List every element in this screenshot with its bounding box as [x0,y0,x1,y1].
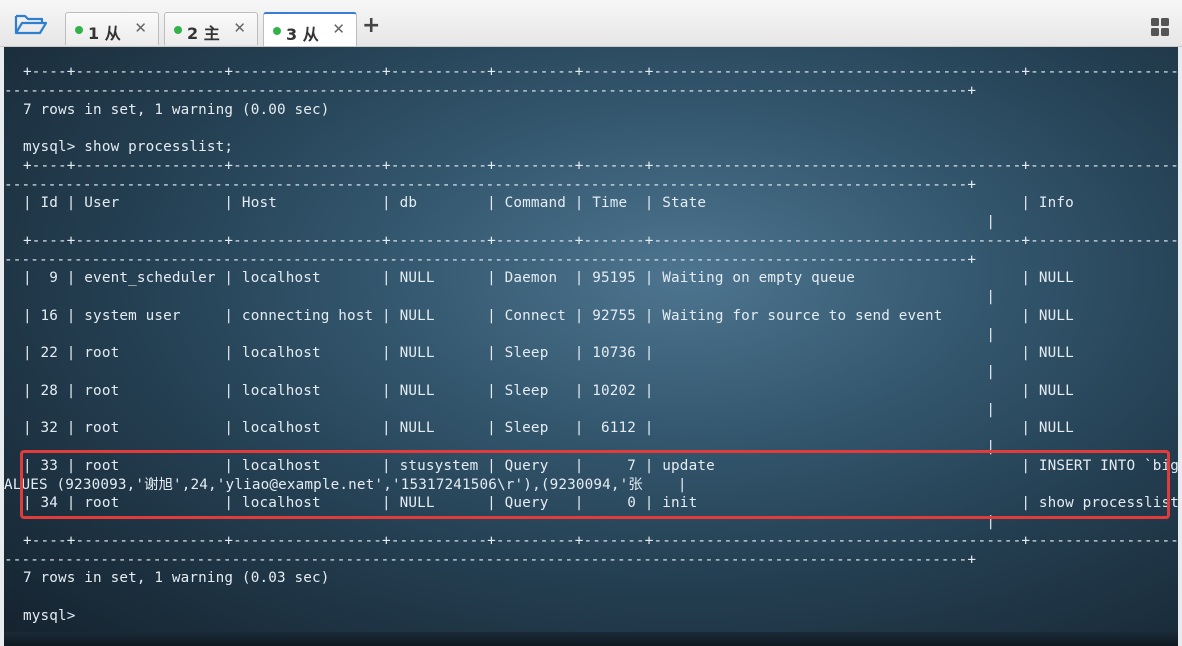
terminal-line: +----+-----------------+----------------… [23,64,1178,80]
tab-label: 1 从 [88,24,121,43]
terminal-output: +----+-----------------+----------------… [4,63,1178,626]
highlight-box [20,450,1170,519]
tab-bar: 1 从 ✕ 2 主 ✕ 3 从 ✕ + [0,0,1182,47]
terminal-line: +----+-----------------+----------------… [23,232,1178,249]
terminal-line: | [23,364,996,380]
tab-2[interactable]: 2 主 ✕ [164,12,258,45]
terminal-line: | [23,401,996,418]
terminal-pane[interactable]: +----+-----------------+----------------… [4,47,1178,646]
tab-label: 3 从 [286,25,319,44]
terminal-line: | 16 | system user | connecting host | N… [23,307,1074,324]
terminal-line: ----------------------------------------… [4,82,977,99]
terminal-line: +----+-----------------+----------------… [23,532,1178,549]
close-icon[interactable]: ✕ [332,20,345,38]
terminal-line: ----------------------------------------… [4,551,977,568]
terminal-line: +----+-----------------+----------------… [23,157,1178,174]
terminal-line: mysql> show processlist; [23,139,234,155]
terminal-line: | [23,214,996,230]
terminal-line: | 28 | root | localhost | NULL | Sleep |… [23,382,1074,399]
terminal-line: | [23,289,996,305]
folder-open-icon[interactable] [14,12,48,36]
close-icon[interactable]: ✕ [233,19,246,37]
terminal-line: ----------------------------------------… [4,251,977,268]
terminal-line: | [23,326,996,343]
close-icon[interactable]: ✕ [134,19,147,37]
status-dot-icon [75,26,83,34]
terminal-line: 7 rows in set, 1 warning (0.03 sec) [23,570,330,587]
terminal-line: ----------------------------------------… [4,176,977,193]
tab-3[interactable]: 3 从 ✕ [263,12,357,46]
terminal-line: 7 rows in set, 1 warning (0.00 sec) [23,101,330,118]
status-dot-icon [273,27,281,35]
terminal-line: mysql> [23,607,85,624]
status-dot-icon [174,26,182,34]
terminal-line: | 32 | root | localhost | NULL | Sleep |… [23,420,1074,437]
terminal-line: | Id | User | Host | db | Command | Time… [23,195,1074,212]
new-tab-button[interactable]: + [362,14,380,38]
tab-1[interactable]: 1 从 ✕ [65,12,159,45]
terminal-line: | 22 | root | localhost | NULL | Sleep |… [23,345,1074,362]
terminal-line: | 9 | event_scheduler | localhost | NULL… [23,270,1074,287]
grid-icon[interactable] [1150,17,1170,37]
tab-label: 2 主 [187,24,220,43]
